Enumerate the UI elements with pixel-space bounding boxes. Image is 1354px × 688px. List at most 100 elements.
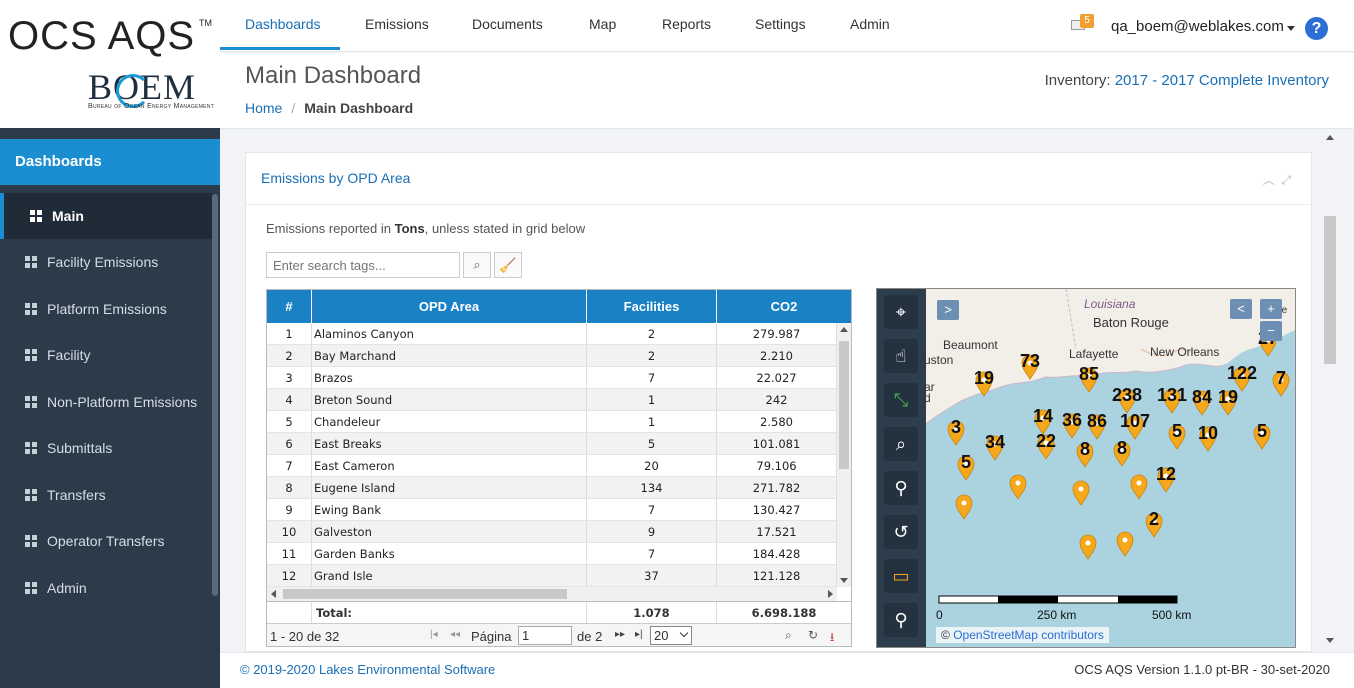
cell-number: 1 [267, 323, 312, 345]
sidebar-section-dashboards[interactable]: Dashboards [0, 139, 220, 185]
col-header-opd-area[interactable]: OPD Area [312, 290, 587, 323]
fullscreen-icon[interactable]: ⤢ [1281, 173, 1291, 187]
sidebar-item-platform-emissions[interactable]: Platform Emissions [0, 286, 212, 332]
grid-search-icon[interactable]: ⌕ [785, 628, 792, 643]
nav-reports[interactable]: Reports [662, 0, 711, 52]
grid-hscroll-thumb[interactable] [283, 589, 567, 599]
sidebar-item-admin[interactable]: Admin [0, 565, 212, 611]
refresh-icon[interactable]: ↻ [808, 628, 818, 642]
user-menu[interactable]: qa_boem@weblakes.com [1111, 18, 1284, 35]
units-note: Emissions reported in Tons, unless state… [266, 221, 585, 236]
grid-pager: 1 - 20 de 32 |◂ ◂◂ Página 1 de 2 ▸▸ ▸| 2… [267, 623, 851, 646]
next-page-icon[interactable]: ▸▸ [615, 629, 625, 640]
table-row[interactable]: 9 Ewing Bank 7 130.427 [267, 499, 837, 521]
page-size-select[interactable]: 20 [650, 626, 692, 645]
col-header-co2[interactable]: CO2 [717, 290, 851, 323]
table-row[interactable]: 11 Garden Banks 7 184.428 [267, 543, 837, 565]
location-pin-icon[interactable]: ⚲ [884, 471, 918, 505]
select-pointer-icon[interactable]: ☝ [884, 339, 918, 373]
collapse-chevron-icon[interactable]: ︿ [1263, 173, 1275, 187]
nav-settings[interactable]: Settings [755, 0, 806, 52]
table-row[interactable]: 1 Alaminos Canyon 2 279.987 [267, 323, 837, 345]
grid-scroll-left-icon[interactable] [271, 590, 276, 598]
emissions-map[interactable]: ⌖ ☝ ⤡ ⌕ ⚲ ↺ ▭ ⚲ Louisiana Baton Rouge Beaumont Laf… [876, 288, 1296, 648]
rotate-view-icon[interactable]: ↺ [884, 515, 918, 549]
clear-search-button[interactable]: 🧹 [494, 252, 522, 278]
page-number-input[interactable]: 1 [518, 626, 572, 645]
help-icon[interactable]: ? [1305, 17, 1328, 40]
zoom-box-icon[interactable]: ⌕ [884, 427, 918, 461]
cell-opd-area: Ewing Bank [312, 499, 587, 521]
table-row[interactable]: 8 Eugene Island 134 271.782 [267, 477, 837, 499]
content-scrollbar[interactable] [1322, 130, 1338, 648]
cell-co2: 271.782 [717, 477, 837, 499]
breadcrumb-home[interactable]: Home [245, 100, 282, 116]
grid-horizontal-scrollbar[interactable] [267, 587, 837, 601]
page-title: Main Dashboard [245, 62, 422, 89]
caret-down-icon[interactable] [1287, 26, 1295, 31]
sidebar-item-facility-emissions[interactable]: Facility Emissions [0, 239, 212, 285]
table-row[interactable]: 5 Chandeleur 1 2.580 [267, 411, 837, 433]
map-layers-icon[interactable]: ⌖ [884, 295, 918, 329]
prev-page-icon[interactable]: ◂◂ [450, 629, 460, 640]
table-row[interactable]: 3 Brazos 7 22.027 [267, 367, 837, 389]
ruler-icon[interactable]: ▭ [884, 559, 918, 593]
cell-co2: 242 [717, 389, 837, 411]
search-tags-input[interactable] [266, 252, 460, 278]
table-row[interactable]: 2 Bay Marchand 2 2.210 [267, 345, 837, 367]
sidebar-item-main[interactable]: Main [0, 193, 212, 239]
dashboard-grid-icon [25, 489, 37, 501]
cell-opd-area: Eugene Island [312, 477, 587, 499]
grid-scroll-down-icon[interactable] [840, 578, 848, 583]
inventory-value[interactable]: 2017 - 2017 Complete Inventory [1115, 72, 1329, 89]
dashboard-grid-icon [25, 303, 37, 315]
grid-vscroll-thumb[interactable] [839, 341, 849, 469]
first-page-icon[interactable]: |◂ [430, 629, 438, 640]
table-row[interactable]: 12 Grand Isle 37 121.128 [267, 565, 837, 587]
last-page-icon[interactable]: ▸| [635, 629, 643, 640]
cell-opd-area: East Breaks [312, 433, 587, 455]
map-canvas[interactable]: Louisiana Baton Rouge Beaumont Lafayette New… [924, 289, 1295, 647]
logo[interactable]: OCS AQS TM BOEM Bureau of Ocean Energy M… [0, 0, 220, 128]
footer-copyright[interactable]: © 2019-2020 Lakes Environmental Software [240, 662, 495, 677]
sidebar-item-submittals[interactable]: Submittals [0, 425, 212, 471]
dashboard-grid-icon [25, 256, 37, 268]
table-row[interactable]: 6 East Breaks 5 101.081 [267, 433, 837, 455]
attribution-link[interactable]: OpenStreetMap contributors [953, 628, 1104, 642]
search-button[interactable]: ⌕ [463, 252, 491, 278]
nav-emissions[interactable]: Emissions [365, 0, 429, 52]
table-row[interactable]: 10 Galveston 9 17.521 [267, 521, 837, 543]
col-header-number[interactable]: # [267, 290, 312, 323]
scroll-down-icon[interactable] [1326, 638, 1334, 643]
sidebar-item-operator-transfers[interactable]: Operator Transfers [0, 518, 212, 564]
sidebar-item-transfers[interactable]: Transfers [0, 472, 212, 518]
scroll-up-icon[interactable] [1326, 135, 1334, 140]
table-row[interactable]: 7 East Cameron 20 79.106 [267, 455, 837, 477]
nav-admin[interactable]: Admin [850, 0, 890, 52]
sidebar-item-label: Platform Emissions [47, 301, 167, 317]
mail-count-badge[interactable]: 5 [1080, 14, 1094, 28]
cell-number: 3 [267, 367, 312, 389]
collapse-icon[interactable]: ⤡ [884, 383, 918, 417]
nav-documents[interactable]: Documents [472, 0, 543, 52]
table-row[interactable]: 4 Breton Sound 1 242 [267, 389, 837, 411]
search-icon[interactable]: ⚲ [884, 603, 918, 637]
sidebar-item-non-platform-emissions[interactable]: Non-Platform Emissions [0, 379, 212, 425]
breadcrumb-separator: / [291, 100, 296, 116]
map-attribution[interactable]: © OpenStreetMap contributors [936, 627, 1109, 643]
broom-icon: 🧹 [499, 257, 517, 273]
scroll-thumb[interactable] [1324, 216, 1336, 364]
sidebar-item-facility[interactable]: Facility [0, 332, 212, 378]
grid-scroll-right-icon[interactable] [828, 590, 833, 598]
sidebar-scrollbar[interactable] [212, 194, 218, 596]
cell-opd-area: Breton Sound [312, 389, 587, 411]
nav-map[interactable]: Map [589, 0, 616, 52]
cell-facilities: 2 [587, 345, 717, 367]
map-scale-bar [938, 595, 1178, 604]
col-header-facilities[interactable]: Facilities [587, 290, 717, 323]
grid-vertical-scrollbar[interactable] [837, 323, 851, 587]
nav-dashboards[interactable]: Dashboards [245, 0, 321, 52]
grid-scroll-up-icon[interactable] [840, 327, 848, 332]
export-icon[interactable]: ⭳ [830, 628, 834, 646]
cell-opd-area: Chandeleur [312, 411, 587, 433]
